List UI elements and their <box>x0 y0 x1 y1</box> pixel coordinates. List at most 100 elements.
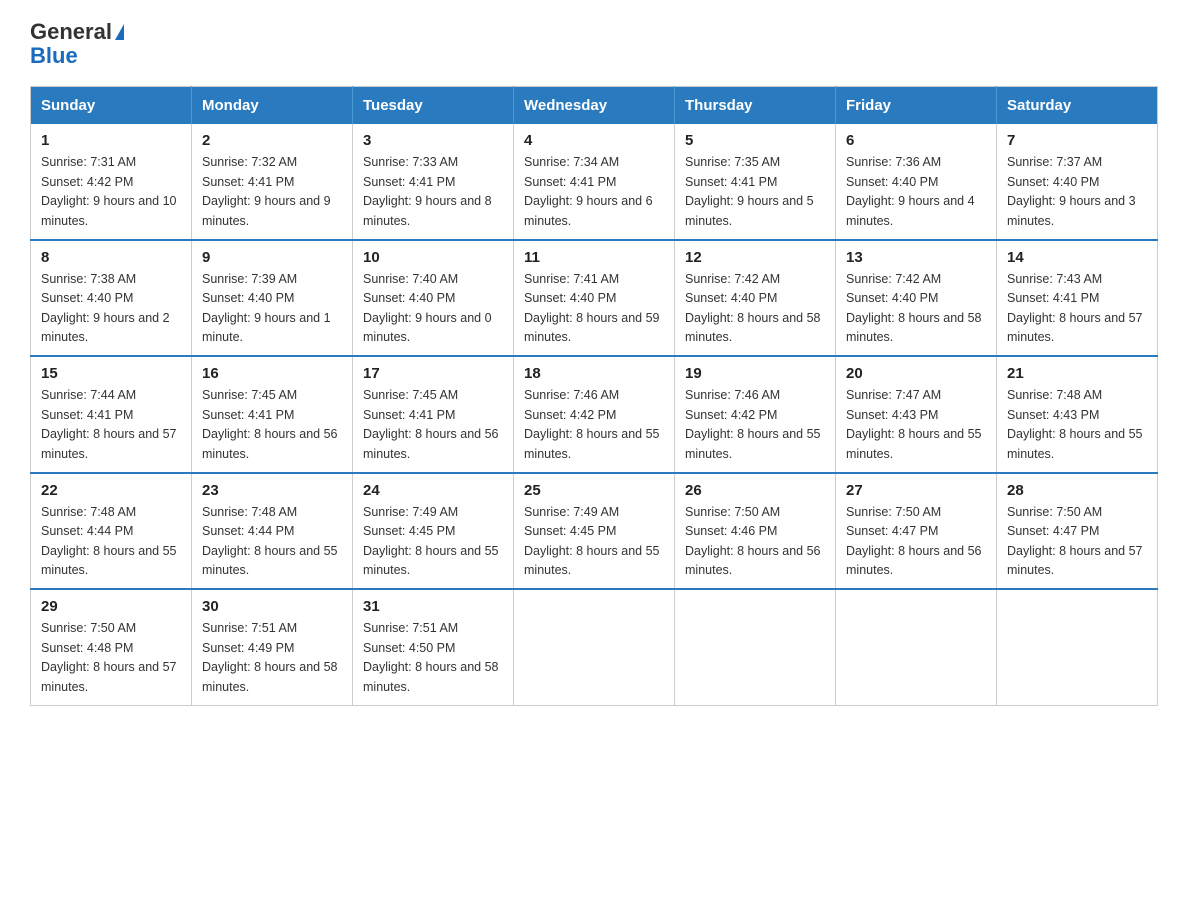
day-number: 25 <box>524 482 664 499</box>
day-info: Sunrise: 7:48 AMSunset: 4:43 PMDaylight:… <box>1007 386 1147 464</box>
day-info: Sunrise: 7:48 AMSunset: 4:44 PMDaylight:… <box>41 503 181 581</box>
calendar-cell <box>514 589 675 705</box>
calendar-cell <box>675 589 836 705</box>
calendar-cell: 17 Sunrise: 7:45 AMSunset: 4:41 PMDayligh… <box>353 356 514 473</box>
day-number: 23 <box>202 482 342 499</box>
day-info: Sunrise: 7:43 AMSunset: 4:41 PMDaylight:… <box>1007 270 1147 348</box>
day-number: 22 <box>41 482 181 499</box>
calendar-cell: 5 Sunrise: 7:35 AMSunset: 4:41 PMDaylight… <box>675 124 836 240</box>
day-info: Sunrise: 7:31 AMSunset: 4:42 PMDaylight:… <box>41 153 181 231</box>
day-info: Sunrise: 7:46 AMSunset: 4:42 PMDaylight:… <box>685 386 825 464</box>
calendar-cell <box>997 589 1158 705</box>
day-number: 28 <box>1007 482 1147 499</box>
day-info: Sunrise: 7:45 AMSunset: 4:41 PMDaylight:… <box>202 386 342 464</box>
calendar-cell: 25 Sunrise: 7:49 AMSunset: 4:45 PMDayligh… <box>514 473 675 590</box>
day-number: 1 <box>41 132 181 149</box>
logo-triangle-icon <box>115 24 124 40</box>
day-number: 26 <box>685 482 825 499</box>
calendar-cell: 27Sunrise: 7:50 AMSunset: 4:47 PMDayligh… <box>836 473 997 590</box>
day-info: Sunrise: 7:32 AMSunset: 4:41 PMDaylight:… <box>202 153 342 231</box>
day-number: 21 <box>1007 365 1147 382</box>
calendar-week-5: 29 Sunrise: 7:50 AMSunset: 4:48 PMDayligh… <box>31 589 1158 705</box>
day-info: Sunrise: 7:33 AMSunset: 4:41 PMDaylight:… <box>363 153 503 231</box>
calendar-cell: 29 Sunrise: 7:50 AMSunset: 4:48 PMDayligh… <box>31 589 192 705</box>
day-number: 17 <box>363 365 503 382</box>
day-info: Sunrise: 7:42 AMSunset: 4:40 PMDaylight:… <box>846 270 986 348</box>
calendar-week-4: 22 Sunrise: 7:48 AMSunset: 4:44 PMDayligh… <box>31 473 1158 590</box>
day-number: 10 <box>363 249 503 266</box>
day-info: Sunrise: 7:51 AMSunset: 4:50 PMDaylight:… <box>363 619 503 697</box>
calendar-header-row: SundayMondayTuesdayWednesdayThursdayFrid… <box>31 87 1158 125</box>
calendar-cell: 16 Sunrise: 7:45 AMSunset: 4:41 PMDayligh… <box>192 356 353 473</box>
page-header: General Blue <box>30 20 1158 68</box>
day-info: Sunrise: 7:35 AMSunset: 4:41 PMDaylight:… <box>685 153 825 231</box>
calendar-cell: 18Sunrise: 7:46 AMSunset: 4:42 PMDayligh… <box>514 356 675 473</box>
day-number: 5 <box>685 132 825 149</box>
day-info: Sunrise: 7:50 AMSunset: 4:48 PMDaylight:… <box>41 619 181 697</box>
header-sunday: Sunday <box>31 87 192 125</box>
day-info: Sunrise: 7:49 AMSunset: 4:45 PMDaylight:… <box>524 503 664 581</box>
day-number: 16 <box>202 365 342 382</box>
day-info: Sunrise: 7:49 AMSunset: 4:45 PMDaylight:… <box>363 503 503 581</box>
calendar-cell: 6 Sunrise: 7:36 AMSunset: 4:40 PMDaylight… <box>836 124 997 240</box>
calendar-cell: 28 Sunrise: 7:50 AMSunset: 4:47 PMDayligh… <box>997 473 1158 590</box>
calendar-cell <box>836 589 997 705</box>
calendar-table: SundayMondayTuesdayWednesdayThursdayFrid… <box>30 86 1158 706</box>
day-info: Sunrise: 7:42 AMSunset: 4:40 PMDaylight:… <box>685 270 825 348</box>
day-info: Sunrise: 7:51 AMSunset: 4:49 PMDaylight:… <box>202 619 342 697</box>
day-info: Sunrise: 7:50 AMSunset: 4:47 PMDaylight:… <box>1007 503 1147 581</box>
day-number: 20 <box>846 365 986 382</box>
calendar-cell: 11 Sunrise: 7:41 AMSunset: 4:40 PMDayligh… <box>514 240 675 357</box>
header-monday: Monday <box>192 87 353 125</box>
calendar-cell: 9 Sunrise: 7:39 AMSunset: 4:40 PMDaylight… <box>192 240 353 357</box>
calendar-cell: 15Sunrise: 7:44 AMSunset: 4:41 PMDayligh… <box>31 356 192 473</box>
calendar-week-3: 15Sunrise: 7:44 AMSunset: 4:41 PMDayligh… <box>31 356 1158 473</box>
calendar-cell: 19 Sunrise: 7:46 AMSunset: 4:42 PMDayligh… <box>675 356 836 473</box>
calendar-cell: 10Sunrise: 7:40 AMSunset: 4:40 PMDayligh… <box>353 240 514 357</box>
logo-general: General <box>30 20 112 44</box>
day-info: Sunrise: 7:41 AMSunset: 4:40 PMDaylight:… <box>524 270 664 348</box>
day-info: Sunrise: 7:37 AMSunset: 4:40 PMDaylight:… <box>1007 153 1147 231</box>
day-info: Sunrise: 7:47 AMSunset: 4:43 PMDaylight:… <box>846 386 986 464</box>
header-wednesday: Wednesday <box>514 87 675 125</box>
day-number: 9 <box>202 249 342 266</box>
calendar-cell: 4 Sunrise: 7:34 AMSunset: 4:41 PMDaylight… <box>514 124 675 240</box>
day-number: 2 <box>202 132 342 149</box>
day-info: Sunrise: 7:45 AMSunset: 4:41 PMDaylight:… <box>363 386 503 464</box>
calendar-cell: 14Sunrise: 7:43 AMSunset: 4:41 PMDayligh… <box>997 240 1158 357</box>
calendar-cell: 21 Sunrise: 7:48 AMSunset: 4:43 PMDayligh… <box>997 356 1158 473</box>
day-number: 27 <box>846 482 986 499</box>
day-number: 29 <box>41 598 181 615</box>
day-info: Sunrise: 7:36 AMSunset: 4:40 PMDaylight:… <box>846 153 986 231</box>
day-number: 13 <box>846 249 986 266</box>
calendar-cell: 20 Sunrise: 7:47 AMSunset: 4:43 PMDayligh… <box>836 356 997 473</box>
calendar-cell: 23Sunrise: 7:48 AMSunset: 4:44 PMDayligh… <box>192 473 353 590</box>
calendar-cell: 12 Sunrise: 7:42 AMSunset: 4:40 PMDayligh… <box>675 240 836 357</box>
day-number: 6 <box>846 132 986 149</box>
day-number: 24 <box>363 482 503 499</box>
calendar-cell: 31 Sunrise: 7:51 AMSunset: 4:50 PMDayligh… <box>353 589 514 705</box>
day-number: 18 <box>524 365 664 382</box>
logo: General Blue <box>30 20 124 68</box>
calendar-cell: 1 Sunrise: 7:31 AMSunset: 4:42 PMDaylight… <box>31 124 192 240</box>
header-saturday: Saturday <box>997 87 1158 125</box>
day-info: Sunrise: 7:38 AMSunset: 4:40 PMDaylight:… <box>41 270 181 348</box>
day-number: 11 <box>524 249 664 266</box>
calendar-cell: 30 Sunrise: 7:51 AMSunset: 4:49 PMDayligh… <box>192 589 353 705</box>
day-number: 4 <box>524 132 664 149</box>
calendar-cell: 13 Sunrise: 7:42 AMSunset: 4:40 PMDayligh… <box>836 240 997 357</box>
day-number: 12 <box>685 249 825 266</box>
day-number: 19 <box>685 365 825 382</box>
logo-blue: Blue <box>30 43 78 68</box>
calendar-cell: 22 Sunrise: 7:48 AMSunset: 4:44 PMDayligh… <box>31 473 192 590</box>
header-thursday: Thursday <box>675 87 836 125</box>
day-number: 7 <box>1007 132 1147 149</box>
day-number: 31 <box>363 598 503 615</box>
day-number: 30 <box>202 598 342 615</box>
calendar-cell: 7 Sunrise: 7:37 AMSunset: 4:40 PMDaylight… <box>997 124 1158 240</box>
calendar-cell: 3 Sunrise: 7:33 AMSunset: 4:41 PMDaylight… <box>353 124 514 240</box>
day-info: Sunrise: 7:34 AMSunset: 4:41 PMDaylight:… <box>524 153 664 231</box>
day-number: 3 <box>363 132 503 149</box>
day-info: Sunrise: 7:39 AMSunset: 4:40 PMDaylight:… <box>202 270 342 348</box>
calendar-week-1: 1 Sunrise: 7:31 AMSunset: 4:42 PMDaylight… <box>31 124 1158 240</box>
